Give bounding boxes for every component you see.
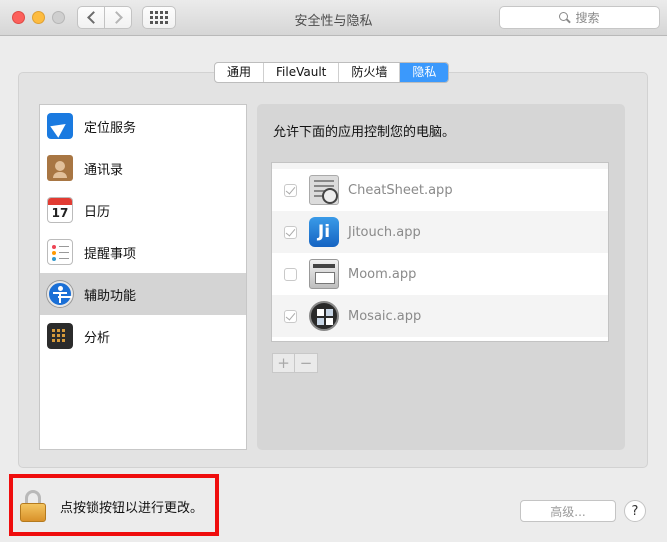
sidebar-item-analytics[interactable]: 分析 [40,315,246,357]
add-remove-control: + − [272,353,318,373]
cheatsheet-checkbox[interactable] [284,183,297,197]
accessibility-panel: 允许下面的应用控制您的电脑。 CheatSheet.app Ji Jitouch… [257,104,625,450]
privacy-category-list: 定位服务 通讯录 17 日历 提醒事项 辅助功能 分析 [39,104,247,450]
sidebar-item-label: 提醒事项 [84,246,137,262]
tab-filevault[interactable]: FileVault [264,63,340,82]
sidebar-item-label: 通讯录 [84,162,124,178]
jitouch-checkbox[interactable] [284,225,297,239]
sidebar-item-label: 分析 [84,330,111,346]
panel-description: 允许下面的应用控制您的电脑。 [273,125,456,140]
sidebar-item-label: 辅助功能 [84,288,137,304]
search-placeholder: 搜索 [575,11,600,25]
sidebar-item-calendar[interactable]: 17 日历 [40,189,246,231]
jitouch-app-icon: Ji [309,217,339,247]
mosaic-checkbox[interactable] [284,309,297,323]
sidebar-item-label: 定位服务 [84,120,137,136]
calendar-icon: 17 [47,197,73,223]
app-name: CheatSheet.app [348,182,453,198]
remove-app-button[interactable]: − [295,353,318,373]
add-app-button[interactable]: + [272,353,295,373]
list-item[interactable]: CheatSheet.app [272,169,608,211]
sidebar-item-contacts[interactable]: 通讯录 [40,147,246,189]
app-list[interactable]: CheatSheet.app Ji Jitouch.app Moom.app M… [271,162,609,342]
moom-app-icon [309,259,339,289]
app-name: Jitouch.app [348,224,421,240]
analytics-grid-icon [47,323,73,349]
sidebar-item-label: 日历 [84,204,111,220]
tab-bar: 通用 FileVault 防火墙 隐私 [214,62,450,83]
reminders-list-icon [47,239,73,265]
app-name: Mosaic.app [348,308,422,324]
app-name: Moom.app [348,266,417,282]
tab-privacy[interactable]: 隐私 [400,63,449,82]
moom-checkbox[interactable] [284,267,297,281]
accessibility-icon [47,281,73,307]
location-arrow-icon [47,113,73,139]
lock-button[interactable]: 点按锁按钮以进行更改。 [20,490,203,522]
title-bar: 安全性与隐私 搜索 [0,0,667,36]
contacts-book-icon [47,155,73,181]
sidebar-item-accessibility[interactable]: 辅助功能 [40,273,246,315]
cheatsheet-app-icon [309,175,339,205]
padlock-icon [20,490,46,522]
sidebar-item-reminders[interactable]: 提醒事项 [40,231,246,273]
help-button[interactable]: ? [624,500,646,522]
mosaic-app-icon [309,301,339,331]
tab-firewall[interactable]: 防火墙 [339,63,401,82]
tab-general[interactable]: 通用 [215,63,265,82]
calendar-day-number: 17 [51,206,69,220]
list-item[interactable]: Ji Jitouch.app [272,211,608,253]
lock-hint-text: 点按锁按钮以进行更改。 [60,500,204,516]
list-item[interactable]: Moom.app [272,253,608,295]
search-field[interactable]: 搜索 [499,6,660,29]
advanced-button[interactable]: 高级... [520,500,616,522]
sidebar-item-location-services[interactable]: 定位服务 [40,105,246,147]
search-icon [559,12,570,23]
list-item[interactable]: Mosaic.app [272,295,608,337]
